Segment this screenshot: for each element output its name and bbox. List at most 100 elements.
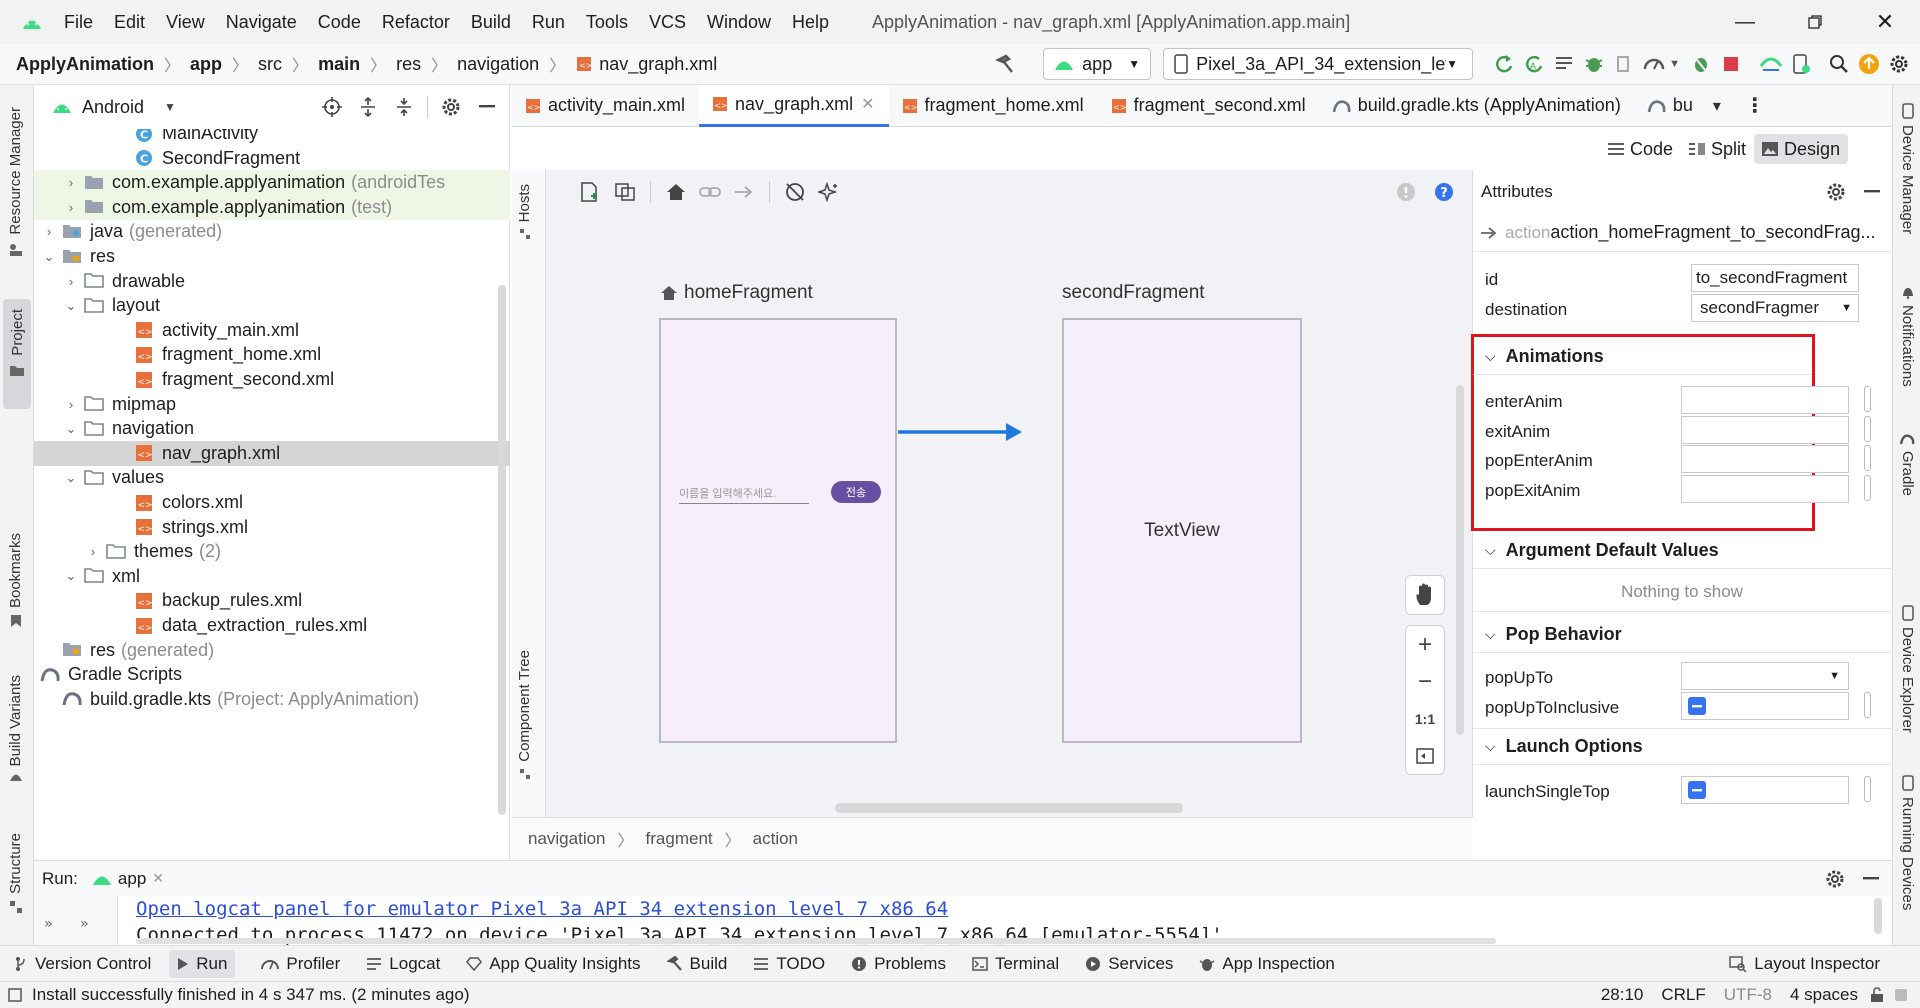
services-tab[interactable]: Services xyxy=(1085,954,1173,974)
tree-item-res[interactable]: ⌄ res xyxy=(34,244,510,269)
home-icon[interactable] xyxy=(661,177,691,207)
chevron-down-icon[interactable]: ▼ xyxy=(1669,58,1680,70)
close-icon[interactable]: ✕ xyxy=(152,870,164,887)
tree-item-gradle-scripts[interactable]: ⌄Gradle Scripts xyxy=(34,662,510,687)
tree-item-build-gradle[interactable]: build.gradle.kts (Project: ApplyAnimation… xyxy=(34,687,510,712)
chevron-down-icon[interactable]: ⌄ xyxy=(64,421,78,437)
hosts-tab[interactable]: Hosts xyxy=(516,184,533,240)
zoom-fit-button[interactable] xyxy=(1406,737,1444,774)
rerun-icon[interactable] xyxy=(1489,49,1519,79)
tree-item-data-extraction-rules[interactable]: <> data_extraction_rules.xml xyxy=(34,613,510,638)
chevron-right-icon[interactable]: › xyxy=(64,200,78,215)
zoom-actual-size-button[interactable]: 1:1 xyxy=(1406,700,1444,737)
tree-item-fragment-home[interactable]: <> fragment_home.xml xyxy=(34,342,510,367)
breadcrumb-file[interactable]: nav_graph.xml xyxy=(599,54,717,75)
menu-window[interactable]: Window xyxy=(707,12,771,33)
resource-manager-tab[interactable]: Resource Manager xyxy=(7,107,24,282)
attach-debugger-icon[interactable] xyxy=(1609,49,1639,79)
hide-panel-icon[interactable] xyxy=(472,92,502,122)
indent-setting[interactable]: 4 spaces xyxy=(1790,985,1858,1005)
chevron-right-icon[interactable]: › xyxy=(64,175,78,190)
chevron-down-icon[interactable]: ⌄ xyxy=(64,568,78,584)
menu-tools[interactable]: Tools xyxy=(586,12,628,33)
tree-scrollbar[interactable] xyxy=(498,285,506,815)
settings-icon[interactable] xyxy=(1884,49,1914,79)
destination-select[interactable]: secondFragmer ▼ xyxy=(1691,294,1859,322)
profiler-tab[interactable]: Profiler xyxy=(261,954,340,974)
run-tool-tab[interactable]: Run xyxy=(169,949,236,978)
app-quality-insights-tab[interactable]: App Quality Insights xyxy=(466,954,641,974)
memory-indicator-icon[interactable] xyxy=(1894,988,1908,1002)
pop-exit-anim-picker[interactable] xyxy=(1864,475,1871,501)
menu-refactor[interactable]: Refactor xyxy=(382,12,450,33)
tree-item-backup-rules[interactable]: <> backup_rules.xml xyxy=(34,588,510,613)
tree-item-values[interactable]: ⌄ values xyxy=(34,465,510,490)
warning-icon[interactable] xyxy=(1391,177,1421,207)
chevron-right-icon[interactable]: › xyxy=(86,544,100,559)
tree-item-activity-main[interactable]: <> activity_main.xml xyxy=(34,318,510,343)
enter-anim-field[interactable] xyxy=(1681,386,1849,414)
hammer-icon[interactable] xyxy=(983,49,1029,79)
profile-icon[interactable] xyxy=(1639,49,1669,79)
tab-overflow[interactable]: bu xyxy=(1635,85,1705,127)
device-explorer-tab[interactable]: Device Explorer xyxy=(1899,605,1916,733)
tree-item-main-activity[interactable]: C MainActivity xyxy=(34,129,510,146)
bookmarks-tab[interactable]: Bookmarks xyxy=(7,533,24,633)
tree-item-mipmap[interactable]: › mipmap xyxy=(34,392,510,417)
apply-code-icon[interactable] xyxy=(1549,49,1579,79)
breadcrumb-fragment-element[interactable]: fragment xyxy=(646,829,713,849)
nested-graph-icon[interactable] xyxy=(610,177,640,207)
open-logcat-link[interactable]: Open logcat panel for emulator Pixel 3a … xyxy=(136,898,948,920)
tree-item-android-test-package[interactable]: › com.example.applyanimation (androidTes xyxy=(34,170,510,196)
animations-section-header[interactable]: ⌵ Animations xyxy=(1485,346,1604,367)
tab-activity-main[interactable]: <> activity_main.xml xyxy=(512,85,699,127)
tree-item-themes[interactable]: › themes (2) xyxy=(34,539,510,564)
tree-item-second-fragment[interactable]: C SecondFragment xyxy=(34,146,510,171)
design-view-button[interactable]: Design xyxy=(1754,134,1849,164)
build-tab[interactable]: Build xyxy=(666,954,727,974)
gear-icon[interactable] xyxy=(436,92,466,122)
status-message[interactable]: Install successfully finished in 4 s 347… xyxy=(32,985,469,1005)
run-config-selector[interactable]: app ▼ xyxy=(1043,48,1152,80)
line-separator[interactable]: CRLF xyxy=(1661,985,1705,1005)
canvas-vertical-scrollbar[interactable] xyxy=(1456,385,1464,735)
code-view-button[interactable]: Code xyxy=(1600,134,1681,164)
home-fragment-destination[interactable]: 이름을 입력해주세요. 전송 xyxy=(659,318,897,743)
more-icon[interactable]: ⋮ xyxy=(1745,93,1765,118)
tree-item-xml[interactable]: ⌄ xml xyxy=(34,564,510,589)
device-manager-tab[interactable]: Device Manager xyxy=(1899,103,1916,234)
debug-attach-icon[interactable] xyxy=(1686,49,1716,79)
tab-nav-graph[interactable]: <> nav_graph.xml ✕ xyxy=(699,84,889,127)
chevron-down-icon[interactable]: ▼ xyxy=(164,100,176,114)
chevron-down-icon[interactable]: ⌄ xyxy=(64,298,78,314)
close-icon[interactable]: ✕ xyxy=(861,94,874,114)
tree-item-res-generated[interactable]: res (generated) xyxy=(34,638,510,663)
launch-single-top-field[interactable] xyxy=(1681,776,1849,804)
search-icon[interactable] xyxy=(1824,49,1854,79)
breadcrumb-res[interactable]: res xyxy=(396,54,421,75)
running-devices-tab[interactable]: Running Devices xyxy=(1899,775,1916,910)
tree-item-drawable[interactable]: › drawable xyxy=(34,269,510,294)
notifications-tab[interactable]: Notifications xyxy=(1899,285,1916,387)
breadcrumb-module[interactable]: app xyxy=(190,54,222,75)
file-encoding[interactable]: UTF-8 xyxy=(1724,985,1772,1005)
exit-anim-picker[interactable] xyxy=(1864,416,1871,442)
stop-icon[interactable] xyxy=(1716,49,1746,79)
run-tab-app[interactable]: app ✕ xyxy=(92,869,164,889)
tab-list-chevron-icon[interactable]: ▾ xyxy=(1713,96,1721,116)
build-variants-tab[interactable]: Build Variants xyxy=(7,675,24,805)
tab-fragment-home[interactable]: <> fragment_home.xml xyxy=(889,85,1098,127)
menu-build[interactable]: Build xyxy=(471,12,511,33)
device-selector[interactable]: Pixel_3a_API_34_extension_level_7_x8 ▼ xyxy=(1163,48,1474,80)
navigation-design-canvas[interactable]: Hosts Component Tree ? homeFragment 이름을 … xyxy=(512,170,1472,852)
collapse-all-icon[interactable] xyxy=(389,92,419,122)
add-action-icon[interactable] xyxy=(729,177,759,207)
argument-defaults-section-header[interactable]: ⌵ Argument Default Values xyxy=(1485,540,1719,561)
enter-anim-picker[interactable] xyxy=(1864,386,1871,412)
console-vertical-scrollbar[interactable] xyxy=(1874,898,1882,934)
tree-item-strings[interactable]: <> strings.xml xyxy=(34,515,510,540)
pop-enter-anim-picker[interactable] xyxy=(1864,445,1871,471)
chevron-right-icon[interactable]: › xyxy=(64,397,78,412)
menu-help[interactable]: Help xyxy=(792,12,829,33)
close-window-button[interactable]: ✕ xyxy=(1850,9,1920,35)
